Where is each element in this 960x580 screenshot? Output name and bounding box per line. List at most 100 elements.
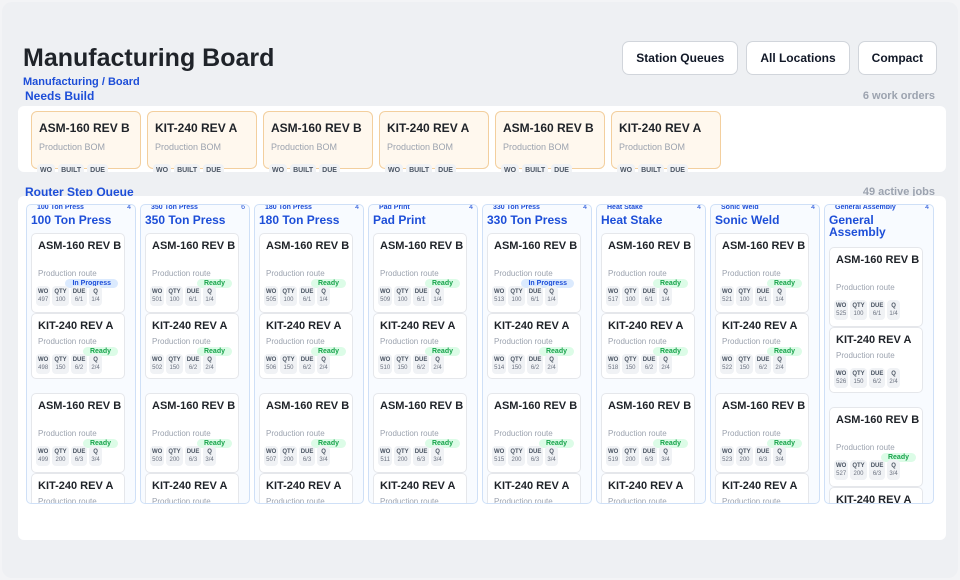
breadcrumb[interactable]: Manufacturing / Board [23,76,140,88]
job-card[interactable]: ASM-160 REV B Production route Ready WO 519 Q… [601,393,695,473]
wo-stat: WO495 [501,164,520,172]
due-stat: DUE6/3 [319,164,340,172]
job-title: ASM-160 REV B [494,240,578,252]
job-card[interactable]: ASM-160 REV B Production route Ready WO 521 Q… [715,233,809,313]
bom-card[interactable]: ASM-160 REV B Production BOM WO495BUILT0/3… [495,111,605,172]
wo-stat: WO 527 [834,460,849,480]
job-card[interactable]: KIT-240 REV A Production route Ready WO 506 Q… [259,313,353,379]
queue-stat-label: Q [663,289,668,295]
wo-stat-value: 510 [380,365,391,371]
job-stats: WO 519 QTY 200 DUE 6/3 Q 3/4 [606,446,672,466]
job-card[interactable]: ASM-160 REV B Production route Ready WO 505 Q… [259,233,353,313]
due-stat-label: DUE [300,449,314,455]
queue-stat-value: 2/4 [319,365,328,371]
job-card[interactable]: KIT-240 REV AProduction routeReadyWO520Q… [601,473,695,503]
job-card[interactable]: KIT-240 REV AProduction routeReadyWO516Q… [487,473,581,503]
job-card[interactable]: ASM-160 REV B Production route Ready WO 523 Q… [715,393,809,473]
due-stat: DUE6/3 [412,446,430,466]
qty-stat-label: QTY [738,289,751,295]
due-stat-value: 6/3 [644,457,654,463]
qty-stat-value: 150 [625,365,636,371]
due-stat-label: DUE [870,303,884,309]
station-title[interactable]: 350 Ton Press [145,214,249,226]
qty-stat-value: 100 [511,297,522,303]
job-card[interactable]: ASM-160 REV B Production route Ready WO 515 Q… [487,393,581,473]
job-card[interactable]: ASM-160 REV B Production route In Progress… [31,233,125,313]
bom-card[interactable]: ASM-160 REV B Production BOM WO491BUILT0/1… [31,111,141,172]
job-card[interactable]: ASM-160 REV B Production route Ready WO 517 Q… [601,233,695,313]
job-card[interactable]: ASM-160 REV B Production route WO 525 QTY 100… [829,247,923,327]
job-card[interactable]: KIT-240 REV A Production route Ready WO 510 Q… [373,313,467,379]
job-card[interactable]: ASM-160 REV B Production route Ready WO 509 Q… [373,233,467,313]
wo-stat-label: WO [494,289,505,295]
queue-stat: Q 1/4 [773,286,786,306]
job-title: KIT-240 REV A [152,320,228,332]
job-card[interactable]: KIT-240 REV AProduction routeReadyWO504Q… [145,473,239,503]
job-stats: WO 513 QTY 100 DUE 6/1 Q 1/4 [492,286,558,306]
bom-title: KIT-240 REV A [387,121,470,135]
built-stat-label: BUILT [525,167,546,172]
qty-stat: QTY 200 [508,446,525,466]
wo-stat-value: 511 [380,457,390,463]
wo-stat-value: 519 [608,457,619,463]
due-stat-label: DUE [72,449,86,455]
station-title[interactable]: Heat Stake [601,214,705,226]
job-card[interactable]: ASM-160 REV B Production route Ready WO 501 Q… [145,233,239,313]
station-tiny-label: Sonic Weld [721,204,759,211]
qty-stat-label: QTY [54,357,67,363]
queue-stat-label: Q [435,449,440,455]
job-card[interactable]: KIT-240 REV AProduction routeReadyWO528Q… [829,487,923,503]
station-title[interactable]: 100 Ton Press [31,214,135,226]
due-stat-label: DUE [870,463,884,469]
job-card[interactable]: KIT-240 REV AProduction routeReadyWO508Q… [259,473,353,503]
job-card[interactable]: KIT-240 REV AProduction routeReadyWO500Q… [31,473,125,503]
wo-stat-label: WO [388,167,401,172]
job-card[interactable]: KIT-240 REV A Production route Ready WO 498 Q… [31,313,125,379]
wo-stat-label: WO [152,357,163,363]
bom-stats: WO493BUILT0/250DUE6/3 [269,164,340,172]
job-card[interactable]: KIT-240 REV A Production route WO 526 QTY 150… [829,327,923,393]
bom-card[interactable]: KIT-240 REV A Production BOM WO496BUILT0/4… [611,111,721,172]
due-stat-label: DUE [90,167,105,172]
page-title: Manufacturing Board [23,44,275,72]
station-title[interactable]: Pad Print [373,214,477,226]
wo-stat: WO492 [153,164,172,172]
job-card[interactable]: ASM-160 REV B Production route Ready WO 503 Q… [145,393,239,473]
queue-stat: Q 2/4 [317,354,330,374]
bom-card[interactable]: KIT-240 REV A Production BOM WO494BUILT0/3… [379,111,489,172]
due-stat-label: DUE [756,289,770,295]
job-card[interactable]: ASM-160 REV B Production route Ready WO 527 Q… [829,407,923,487]
station-title[interactable]: 180 Ton Press [259,214,363,226]
wo-stat-value: 527 [836,471,847,477]
job-card[interactable]: KIT-240 REV AProduction routeReadyWO512Q… [373,473,467,503]
due-stat-label: DUE [300,357,314,363]
job-card[interactable]: ASM-160 REV B Production route Ready WO 499 Q… [31,393,125,473]
job-card[interactable]: KIT-240 REV A Production route Ready WO 522 Q… [715,313,809,379]
job-card[interactable]: KIT-240 REV A Production route Ready WO 502 Q… [145,313,239,379]
station-count-badge: 6 [241,204,245,211]
queue-stat: Q 1/4 [887,300,900,320]
station-title[interactable]: General Assembly [829,214,933,238]
queue-stat-label: Q [549,357,554,363]
job-card[interactable]: ASM-160 REV B Production route In Progress… [487,233,581,313]
wo-stat-value: 499 [38,457,49,463]
job-card[interactable]: KIT-240 REV A Production route Ready WO 514 Q… [487,313,581,379]
wo-stat-value: 526 [836,379,847,385]
queue-stat-value: 1/4 [205,297,214,303]
bom-card[interactable]: ASM-160 REV B Production BOM WO493BUILT0/2… [263,111,373,172]
bom-stats: WO494BUILT0/300DUE6/4 [385,164,456,172]
due-stat-label: DUE [642,357,656,363]
station-count-badge: 4 [925,204,929,211]
bom-card[interactable]: KIT-240 REV A Production BOM WO492BUILT0/2… [147,111,257,172]
job-card[interactable]: ASM-160 REV B Production route Ready WO 507 Q… [259,393,353,473]
compact-button[interactable]: Compact [857,41,937,75]
all-locations-button[interactable]: All Locations [746,41,850,75]
due-stat-value: 6/2 [188,365,198,371]
job-card[interactable]: KIT-240 REV AProduction routeReadyWO524Q… [715,473,809,503]
job-card[interactable]: KIT-240 REV A Production route Ready WO 518 Q… [601,313,695,379]
station-queues-button[interactable]: Station Queues [622,41,739,75]
station-title[interactable]: Sonic Weld [715,214,819,226]
station-title[interactable]: 330 Ton Press [487,214,591,226]
station-count-badge: 4 [469,204,473,211]
job-card[interactable]: ASM-160 REV B Production route Ready WO 511 Q… [373,393,467,473]
